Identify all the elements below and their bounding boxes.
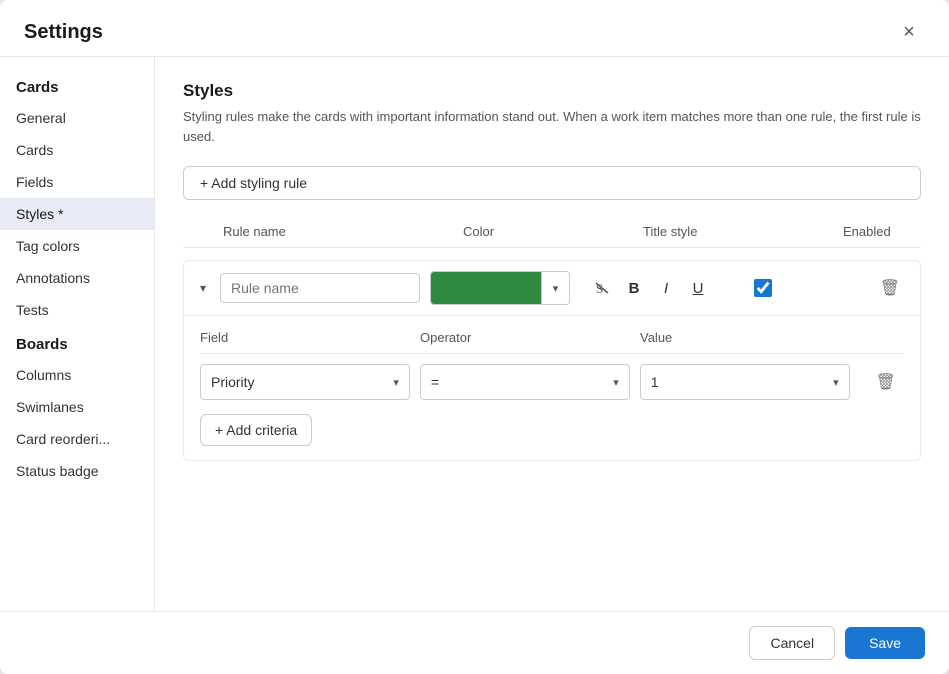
strikethrough-icon[interactable]: S bbox=[588, 274, 616, 302]
sidebar-item-tag-colors[interactable]: Tag colors bbox=[0, 230, 154, 262]
criteria-col-operator: Operator bbox=[420, 330, 640, 345]
col-header-rule-name: Rule name bbox=[223, 224, 463, 239]
value-select[interactable]: 1 ▾ bbox=[640, 364, 850, 400]
sidebar: Cards General Cards Fields Styles * Tag … bbox=[0, 57, 155, 611]
delete-criteria-button[interactable]: 🗑 bbox=[868, 368, 904, 396]
enabled-checkbox[interactable] bbox=[754, 279, 772, 297]
rule-main-row: ▾ ▾ S B bbox=[184, 261, 920, 316]
section-title: Styles bbox=[183, 81, 921, 101]
modal-title: Settings bbox=[24, 21, 103, 44]
rule-row: ▾ ▾ S B bbox=[183, 260, 921, 461]
color-dropdown-icon: ▾ bbox=[541, 271, 569, 305]
add-rule-button[interactable]: + Add styling rule bbox=[183, 166, 921, 200]
save-button[interactable]: Save bbox=[845, 627, 925, 659]
col-header-color: Color bbox=[463, 224, 643, 239]
criteria-col-field: Field bbox=[200, 330, 420, 345]
criteria-row: Priority ▾ = ▾ 1 ▾ 🗑 bbox=[200, 364, 904, 400]
color-picker-button[interactable]: ▾ bbox=[430, 271, 570, 305]
sidebar-item-swimlanes[interactable]: Swimlanes bbox=[0, 391, 154, 423]
sidebar-item-columns[interactable]: Columns bbox=[0, 359, 154, 391]
modal-footer: Cancel Save bbox=[0, 611, 949, 674]
criteria-section: Field Operator Value Priority ▾ = bbox=[184, 316, 920, 460]
rule-expand-button[interactable]: ▾ bbox=[196, 279, 210, 297]
main-content: Styles Styling rules make the cards with… bbox=[155, 57, 949, 611]
operator-select-value: = bbox=[431, 374, 439, 390]
delete-rule-button[interactable]: 🗑 bbox=[872, 274, 908, 302]
settings-modal: Settings × Cards General Cards Fields St… bbox=[0, 0, 949, 674]
value-select-chevron: ▾ bbox=[833, 376, 839, 389]
sidebar-item-tests[interactable]: Tests bbox=[0, 294, 154, 326]
close-button[interactable]: × bbox=[893, 16, 925, 48]
color-swatch bbox=[431, 271, 541, 305]
col-header-enabled: Enabled bbox=[843, 224, 921, 239]
sidebar-item-cards[interactable]: Cards bbox=[0, 134, 154, 166]
add-criteria-button[interactable]: + Add criteria bbox=[200, 414, 312, 446]
col-header-title-style: Title style bbox=[643, 224, 843, 239]
table-header: Rule name Color Title style Enabled bbox=[183, 224, 921, 248]
sidebar-item-status-badge[interactable]: Status badge bbox=[0, 455, 154, 487]
svg-text:S: S bbox=[596, 281, 603, 296]
field-select-chevron: ▾ bbox=[393, 376, 399, 389]
title-style-group: S B I U bbox=[588, 274, 712, 302]
sidebar-item-fields[interactable]: Fields bbox=[0, 166, 154, 198]
bold-icon[interactable]: B bbox=[620, 274, 648, 302]
cancel-button[interactable]: Cancel bbox=[749, 626, 835, 660]
operator-select-chevron: ▾ bbox=[613, 376, 619, 389]
field-select[interactable]: Priority ▾ bbox=[200, 364, 410, 400]
rule-name-input[interactable] bbox=[220, 273, 420, 303]
underline-icon[interactable]: U bbox=[684, 274, 712, 302]
sidebar-section-boards: Boards bbox=[0, 326, 154, 359]
modal-body: Cards General Cards Fields Styles * Tag … bbox=[0, 57, 949, 611]
field-select-value: Priority bbox=[211, 374, 255, 390]
italic-icon[interactable]: I bbox=[652, 274, 680, 302]
sidebar-item-annotations[interactable]: Annotations bbox=[0, 262, 154, 294]
section-description: Styling rules make the cards with import… bbox=[183, 107, 921, 146]
sidebar-item-styles[interactable]: Styles * bbox=[0, 198, 154, 230]
criteria-col-value: Value bbox=[640, 330, 860, 345]
modal-header: Settings × bbox=[0, 0, 949, 57]
operator-select[interactable]: = ▾ bbox=[420, 364, 630, 400]
value-select-value: 1 bbox=[651, 374, 659, 390]
sidebar-item-general[interactable]: General bbox=[0, 102, 154, 134]
sidebar-item-card-reordering[interactable]: Card reorderi... bbox=[0, 423, 154, 455]
sidebar-section-cards: Cards bbox=[0, 69, 154, 102]
